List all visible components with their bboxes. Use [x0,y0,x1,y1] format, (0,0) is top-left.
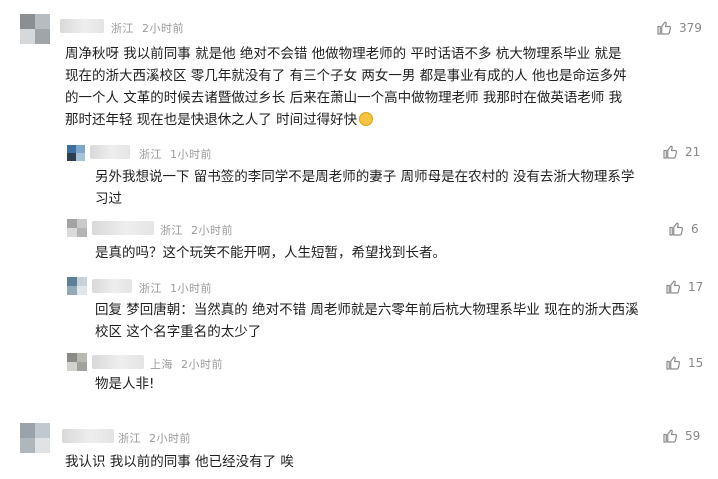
timestamp: 2小时前 [149,432,191,445]
username-redacted[interactable] [92,279,132,293]
location: 浙江 [139,148,162,161]
like-count: 379 [679,21,702,35]
like-button[interactable]: 21 [661,143,700,161]
thumbs-up-icon [666,356,681,370]
avatar[interactable] [67,353,87,371]
comment-text: 是真的吗？这个玩笑不能开啊，人生短暂，希望找到长者。 [95,245,446,261]
comment-meta: 浙江 2小时前 [160,222,241,238]
comment-meta: 浙江 2小时前 [118,430,199,446]
username-redacted[interactable] [60,19,104,33]
comment-text: 周净秋呀 我以前同事 就是他 绝对不会错 他做物理老师的 平时话语不多 杭大物理… [65,46,627,128]
avatar[interactable] [67,219,87,237]
thumbs-up-icon [657,21,672,35]
thumbs-up-icon [663,429,678,443]
comment-text: 回复 梦回唐朝：当然真的 绝对不错 周老师就是六零年前后杭大物理系毕业 现在的浙… [95,302,639,340]
like-count: 17 [688,280,704,294]
avatar[interactable] [67,277,87,295]
avatar[interactable] [67,145,85,161]
location: 浙江 [139,282,162,295]
comment-text: 物是人非! [95,376,155,392]
like-count: 59 [685,429,701,443]
like-button[interactable]: 15 [664,354,703,372]
avatar[interactable] [20,14,50,44]
username-redacted[interactable] [92,355,144,369]
username-redacted[interactable] [62,429,114,443]
thumbs-up-icon [663,145,678,159]
timestamp: 1小时前 [170,148,212,161]
username-redacted[interactable] [92,221,154,235]
comment-meta: 浙江 2小时前 [111,20,192,36]
comment-list: 浙江 2小时前 379 周净秋呀 我以前同事 就是他 绝对不会错 他做物理老师的 … [0,0,718,479]
comment-meta: 浙江 1小时前 [139,146,220,162]
thumbs-up-icon [666,280,681,294]
location: 浙江 [111,22,134,35]
like-button[interactable]: 17 [664,278,703,296]
comment-text: 另外我想说一下 留书签的李同学不是周老师的妻子 周师母是在农村的 没有去浙大物理… [95,169,635,207]
timestamp: 1小时前 [170,282,212,295]
timestamp: 2小时前 [191,224,233,237]
comment-meta: 浙江 1小时前 [139,280,220,296]
location: 浙江 [160,224,183,237]
location: 上海 [150,358,173,371]
timestamp: 2小时前 [181,358,223,371]
avatar[interactable] [20,423,50,453]
like-count: 21 [685,145,701,159]
comment-text: 我认识 我以前的同事 他已经没有了 唉 [65,454,294,470]
sweat-smile-emoji-icon [359,112,374,126]
like-count: 6 [691,222,699,236]
location: 浙江 [118,432,141,445]
comment-meta: 上海 2小时前 [150,356,231,372]
like-button[interactable]: 59 [661,427,700,445]
timestamp: 2小时前 [142,22,184,35]
username-redacted[interactable] [90,145,130,159]
thumbs-up-icon [669,222,684,236]
like-button[interactable]: 6 [667,220,699,238]
like-button[interactable]: 379 [655,19,702,37]
like-count: 15 [688,356,704,370]
